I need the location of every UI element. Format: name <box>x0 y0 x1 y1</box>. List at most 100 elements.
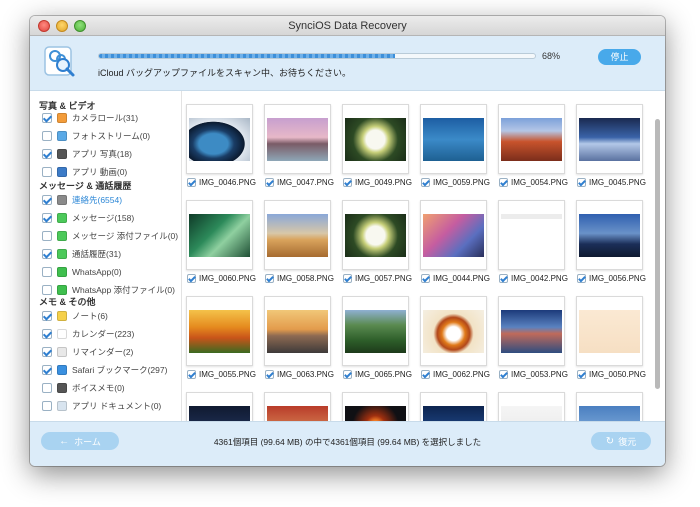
messages-icon <box>57 212 67 223</box>
photo-thumbnail[interactable] <box>498 296 565 366</box>
photo-checkbox[interactable] <box>577 178 586 187</box>
photo-thumbnail[interactable] <box>420 392 487 421</box>
photo-caption: IMG_0045.PNG <box>577 178 646 187</box>
sidebar-item[interactable]: カレンダー(223) <box>42 327 134 340</box>
photo-checkbox[interactable] <box>265 274 274 283</box>
photo-caption: IMG_0050.PNG <box>577 370 646 379</box>
sidebar-item[interactable]: リマインダー(2) <box>42 345 133 358</box>
photo-thumbnail[interactable] <box>576 392 643 421</box>
category-checkbox[interactable] <box>42 112 52 123</box>
stop-button[interactable]: 停止 <box>598 49 641 65</box>
photo-thumbnail[interactable] <box>264 296 331 366</box>
photo-caption: IMG_0058.PNG <box>265 274 334 283</box>
photo-preview <box>501 310 562 353</box>
photo-thumbnail[interactable] <box>576 296 643 366</box>
photo-preview <box>423 406 484 421</box>
photo-checkbox[interactable] <box>577 274 586 283</box>
sidebar-item[interactable]: フォトストリーム(0) <box>42 129 150 142</box>
sidebar-item[interactable]: 通話履歴(31) <box>42 247 121 260</box>
whatsapp-icon <box>57 266 67 277</box>
restore-button[interactable]: ↻ 復元 <box>591 432 651 450</box>
category-checkbox[interactable] <box>42 230 52 241</box>
photo-caption: IMG_0044.PNG <box>421 274 490 283</box>
photo-checkbox[interactable] <box>343 178 352 187</box>
photo-preview <box>267 310 328 353</box>
photo-caption: IMG_0046.PNG <box>187 178 256 187</box>
sidebar-item[interactable]: ノート(6) <box>42 309 108 322</box>
photo-checkbox[interactable] <box>187 274 196 283</box>
category-checkbox[interactable] <box>42 364 52 375</box>
photo-thumbnail[interactable] <box>264 392 331 421</box>
photo-checkbox[interactable] <box>577 370 586 379</box>
photo-caption: IMG_0056.PNG <box>577 274 646 283</box>
grid-scrollbar[interactable] <box>655 119 660 389</box>
sidebar-item[interactable]: ボイスメモ(0) <box>42 381 125 394</box>
photo-checkbox[interactable] <box>421 370 430 379</box>
photo-thumbnail[interactable] <box>420 200 487 270</box>
photo-thumbnail[interactable] <box>498 104 565 174</box>
photo-thumbnail[interactable] <box>186 392 253 421</box>
sidebar-item[interactable]: Safari ブックマーク(297) <box>42 363 167 376</box>
photo-thumbnail[interactable] <box>498 392 565 421</box>
photo-preview <box>501 118 562 161</box>
photo-checkbox[interactable] <box>421 274 430 283</box>
category-checkbox[interactable] <box>42 284 52 295</box>
photo-thumbnail[interactable] <box>342 200 409 270</box>
scan-progress-fill <box>99 54 396 58</box>
category-checkbox[interactable] <box>42 148 52 159</box>
photo-filename: IMG_0065.PNG <box>355 370 412 379</box>
photo-thumbnail[interactable] <box>186 104 253 174</box>
sidebar-item-label: アプリ 動画(0) <box>72 166 128 177</box>
photo-thumbnail[interactable] <box>264 200 331 270</box>
photo-thumbnail[interactable] <box>498 200 565 270</box>
category-checkbox[interactable] <box>42 194 52 205</box>
photo-checkbox[interactable] <box>499 370 508 379</box>
category-checkbox[interactable] <box>42 346 52 357</box>
sidebar-item[interactable]: メッセージ 添付ファイル(0) <box>42 229 178 242</box>
photo-checkbox[interactable] <box>265 178 274 187</box>
category-checkbox[interactable] <box>42 400 52 411</box>
photo-thumbnail[interactable] <box>186 296 253 366</box>
photo-checkbox[interactable] <box>265 370 274 379</box>
photo-thumbnail[interactable] <box>342 104 409 174</box>
photo-checkbox[interactable] <box>187 178 196 187</box>
photo-checkbox[interactable] <box>343 370 352 379</box>
photo-preview <box>189 406 250 421</box>
sidebar-item-label: 連絡先(6554) <box>72 194 123 205</box>
sidebar-item[interactable]: アプリ ドキュメント(0) <box>42 399 161 412</box>
photo-thumbnail[interactable] <box>420 296 487 366</box>
category-checkbox[interactable] <box>42 212 52 223</box>
photo-thumbnail[interactable] <box>420 104 487 174</box>
photo-thumbnail[interactable] <box>576 200 643 270</box>
photo-thumbnail[interactable] <box>342 296 409 366</box>
sidebar-item-label: アプリ ドキュメント(0) <box>72 400 162 411</box>
scan-progress-bar <box>98 53 536 59</box>
category-checkbox[interactable] <box>42 130 52 141</box>
photo-checkbox[interactable] <box>343 274 352 283</box>
sidebar-item[interactable]: アプリ 写真(18) <box>42 147 132 160</box>
photo-thumbnail[interactable] <box>186 200 253 270</box>
category-checkbox[interactable] <box>42 328 52 339</box>
photo-filename: IMG_0058.PNG <box>277 274 334 283</box>
category-checkbox[interactable] <box>42 166 52 177</box>
category-checkbox[interactable] <box>42 310 52 321</box>
sidebar-item[interactable]: WhatsApp(0) <box>42 265 122 278</box>
category-checkbox[interactable] <box>42 266 52 277</box>
photo-checkbox[interactable] <box>499 274 508 283</box>
sidebar-item[interactable]: アプリ 動画(0) <box>42 165 127 178</box>
category-checkbox[interactable] <box>42 248 52 259</box>
sidebar-item[interactable]: カメラロール(31) <box>42 111 138 124</box>
photo-checkbox[interactable] <box>421 178 430 187</box>
photo-thumbnail[interactable] <box>576 104 643 174</box>
photo-checkbox[interactable] <box>499 178 508 187</box>
call-history-icon <box>57 248 67 259</box>
app-photo-icon <box>57 148 67 159</box>
sidebar-item[interactable]: メッセージ(158) <box>42 211 134 224</box>
app-video-icon <box>57 166 67 177</box>
category-checkbox[interactable] <box>42 382 52 393</box>
photo-thumbnail[interactable] <box>264 104 331 174</box>
photo-checkbox[interactable] <box>187 370 196 379</box>
sidebar-item-label: ボイスメモ(0) <box>72 382 125 393</box>
photo-thumbnail[interactable] <box>342 392 409 421</box>
sidebar-item[interactable]: 連絡先(6554) <box>42 193 122 206</box>
